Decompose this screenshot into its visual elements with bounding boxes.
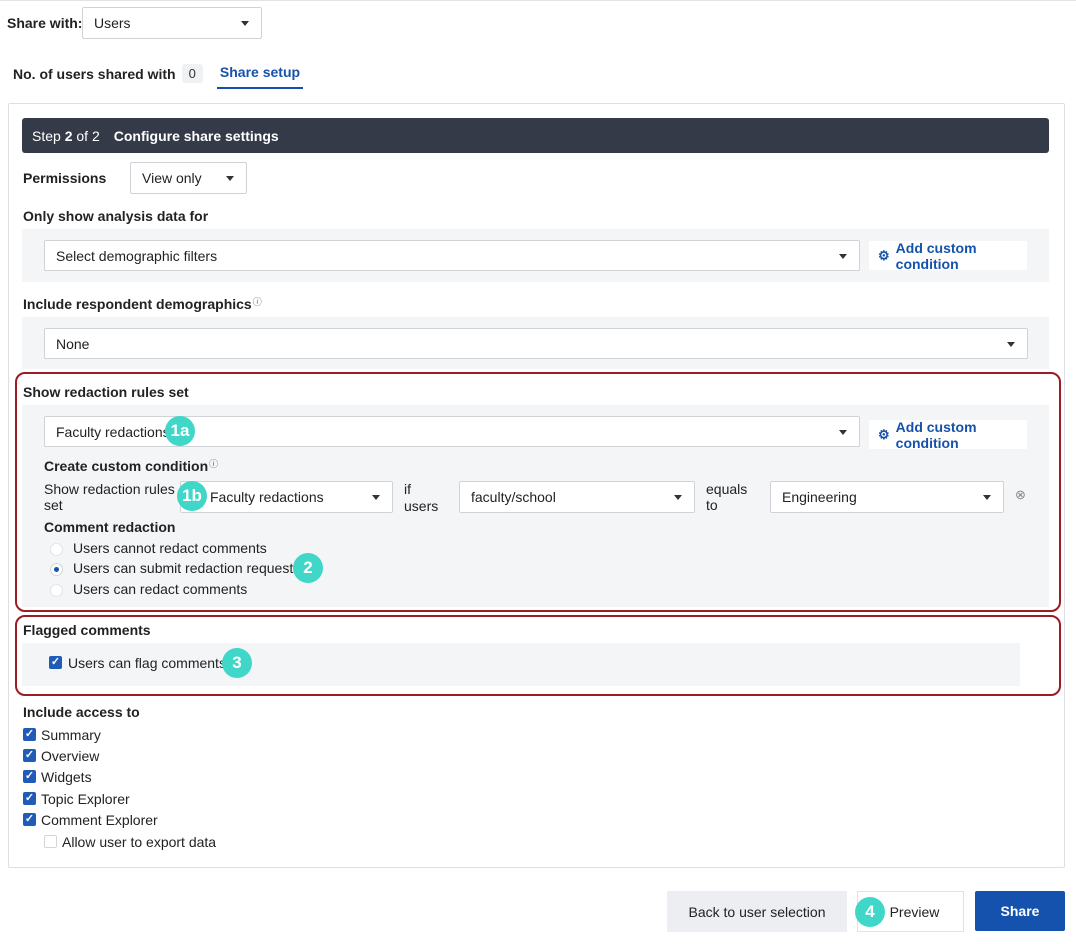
demographics-select[interactable]: None: [44, 328, 1028, 359]
option-submit-requests: Users can submit redaction requests: [73, 560, 301, 576]
equals-value: Engineering: [782, 489, 857, 505]
flag-comments-checkbox[interactable]: ✓: [49, 656, 62, 669]
chevron-down-icon: [1007, 341, 1015, 347]
annotation-badge-1a: 1a: [165, 416, 195, 446]
chevron-down-icon: [372, 495, 380, 500]
equals-label-line2: to: [706, 497, 718, 513]
analysis-label: Only show analysis data for: [23, 208, 209, 224]
export-data-label: Allow user to export data: [62, 834, 217, 850]
demographic-filters-select[interactable]: Select demographic filters: [44, 240, 860, 271]
comment-redaction-label: Comment redaction: [44, 519, 176, 535]
add-custom-condition-redaction-button[interactable]: ⚙ Add custom condition: [869, 418, 1027, 451]
flagged-label: Flagged comments: [23, 622, 151, 638]
radio-can-redact[interactable]: [50, 584, 63, 597]
user-field-value: faculty/school: [471, 489, 556, 505]
chevron-down-icon: [241, 21, 249, 26]
if-label-line2: users: [404, 498, 439, 514]
rule-label-line1: Show redaction rules: [44, 481, 175, 497]
share-with-value: Users: [94, 15, 131, 31]
permissions-value: View only: [142, 170, 202, 186]
back-to-user-selection-button[interactable]: Back to user selection: [667, 891, 847, 932]
info-icon[interactable]: ⓘ: [253, 295, 262, 308]
access-label: Include access to: [23, 704, 140, 720]
chevron-down-icon: [839, 253, 847, 259]
demographics-label: Include respondent demographics: [23, 296, 252, 312]
demographics-heading: Include respondent demographics ⓘ: [23, 296, 262, 312]
access-topic-explorer: Topic Explorer: [41, 791, 130, 807]
rule-set-select[interactable]: Faculty redactions: [180, 481, 393, 513]
step-prefix: Step: [32, 127, 61, 144]
users-count-badge: 0: [181, 64, 203, 83]
topic-explorer-checkbox[interactable]: ✓: [23, 792, 36, 805]
access-summary: Summary: [41, 727, 101, 743]
option-can-redact: Users can redact comments: [73, 581, 248, 597]
access-comment-explorer: Comment Explorer: [41, 812, 158, 828]
comment-explorer-checkbox[interactable]: ✓: [23, 813, 36, 826]
add-custom-condition-label: Add custom condition: [895, 239, 977, 272]
access-overview: Overview: [41, 748, 100, 764]
rule-set-value: Faculty redactions: [210, 489, 324, 505]
annotation-badge-2: 2: [293, 553, 323, 583]
export-data-checkbox[interactable]: [44, 835, 57, 848]
chevron-down-icon: [674, 495, 682, 500]
radio-submit-requests[interactable]: [50, 563, 63, 576]
redaction-rules-value: Faculty redactions: [56, 423, 170, 440]
chevron-down-icon: [983, 495, 991, 500]
summary-checkbox[interactable]: ✓: [23, 728, 36, 741]
step-header: Step 2 of 2 Configure share settings: [22, 118, 1049, 153]
custom-condition-heading: Create custom condition ⓘ: [44, 458, 218, 474]
chevron-down-icon: [839, 429, 847, 435]
back-button-label: Back to user selection: [688, 903, 826, 920]
demographics-value: None: [56, 335, 90, 352]
user-field-select[interactable]: faculty/school: [459, 481, 695, 513]
tab-share-setup-label: Share setup: [219, 64, 301, 80]
step-title: Configure share settings: [113, 127, 279, 144]
permissions-label: Permissions: [23, 170, 107, 186]
access-widgets: Widgets: [41, 769, 92, 785]
tab-users-label: No. of users shared with: [13, 65, 176, 82]
chevron-down-icon: [226, 176, 234, 181]
tab-users-shared[interactable]: No. of users shared with 0: [13, 64, 203, 83]
permissions-select[interactable]: View only: [130, 162, 247, 194]
widgets-checkbox[interactable]: ✓: [23, 770, 36, 783]
custom-condition-label: Create custom condition: [44, 458, 209, 474]
rule-label-line2: set: [44, 497, 63, 513]
demographic-filters-placeholder: Select demographic filters: [56, 247, 218, 264]
equals-label-line1: equals: [706, 481, 748, 497]
overview-checkbox[interactable]: ✓: [23, 749, 36, 762]
equals-value-select[interactable]: Engineering: [770, 481, 1004, 513]
radio-cannot-redact[interactable]: [50, 543, 63, 556]
remove-condition-icon[interactable]: ⊗: [1015, 487, 1026, 503]
gear-icon: ⚙: [878, 247, 890, 263]
step-total: 2: [91, 127, 100, 144]
share-button-label: Share: [1000, 903, 1040, 919]
top-divider: [0, 0, 1076, 1]
tab-share-setup[interactable]: Share setup: [217, 64, 303, 89]
add-custom-condition-button[interactable]: ⚙ Add custom condition: [869, 239, 1027, 272]
flag-comments-label: Users can flag comments: [68, 655, 226, 671]
add-custom-condition-redaction-label: Add custom condition: [895, 418, 977, 451]
gear-icon: ⚙: [878, 426, 890, 442]
option-cannot-redact: Users cannot redact comments: [73, 540, 267, 556]
share-with-select[interactable]: Users: [82, 7, 262, 39]
share-button[interactable]: Share: [975, 891, 1065, 931]
if-label-line1: if: [404, 481, 411, 497]
info-icon[interactable]: ⓘ: [209, 457, 218, 470]
annotation-badge-4: 4: [855, 897, 885, 927]
share-with-label: Share with:: [7, 15, 83, 31]
step-of: of: [76, 127, 89, 144]
step-current: 2: [64, 127, 73, 144]
annotation-badge-1b: 1b: [177, 481, 207, 511]
annotation-badge-3: 3: [222, 648, 252, 678]
preview-button-label: Preview: [889, 903, 940, 920]
redaction-label: Show redaction rules set: [23, 384, 189, 400]
